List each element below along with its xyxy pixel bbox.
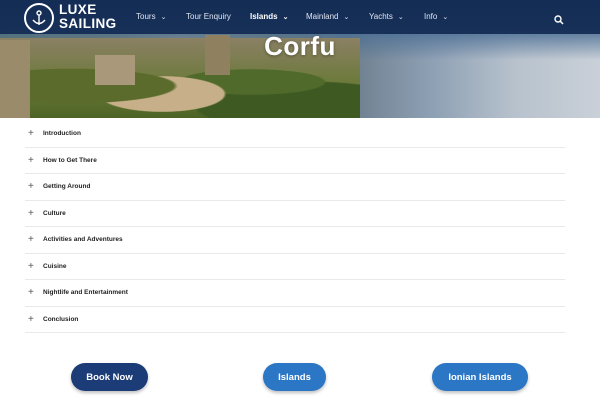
plus-icon: +: [28, 181, 34, 192]
accordion-item-nightlife[interactable]: + Nightlife and Entertainment: [25, 280, 565, 307]
accordion-item-cuisine[interactable]: + Cuisine: [25, 254, 565, 280]
nav-item-tours[interactable]: Tours ⌄: [136, 12, 166, 21]
plus-icon: +: [28, 154, 34, 166]
accordion-label: Nightlife and Entertainment: [43, 289, 128, 296]
top-navbar: LUXE SAILING Tours ⌄ Tour Enquiry Islands…: [0, 0, 600, 34]
site-logo[interactable]: LUXE SAILING: [24, 3, 124, 33]
logo-anchor-icon: [24, 3, 54, 33]
nav-item-mainland[interactable]: Mainland ⌄: [306, 12, 349, 21]
accordion-label: Introduction: [43, 130, 81, 137]
accordion-label: Activities and Adventures: [43, 236, 123, 243]
nav-label: Islands: [250, 12, 278, 21]
accordion-label: How to Get There: [43, 156, 97, 164]
plus-icon: +: [28, 260, 34, 272]
plus-icon: +: [28, 287, 34, 298]
logo-line-2: SAILING: [59, 16, 117, 31]
nav-label: Tours: [136, 12, 156, 21]
nav-item-yachts[interactable]: Yachts ⌄: [369, 12, 404, 21]
page: Corfu LUXE SAILING Tours ⌄ Tour Enquiry I…: [0, 0, 600, 400]
accordion-label: Cuisine: [43, 262, 67, 270]
plus-icon: +: [28, 128, 34, 139]
chevron-down-icon: ⌄: [343, 14, 350, 21]
search-icon[interactable]: [554, 12, 564, 25]
nav-label: Tour Enquiry: [186, 12, 231, 21]
accordion-item-activities[interactable]: + Activities and Adventures: [25, 227, 565, 254]
plus-icon: +: [28, 313, 34, 325]
nav-label: Yachts: [369, 12, 393, 21]
islands-button[interactable]: Islands: [263, 363, 326, 391]
accordion: + Introduction + How to Get There + Gett…: [25, 121, 565, 333]
logo-text: LUXE SAILING: [59, 3, 117, 31]
nav-item-tour-enquiry[interactable]: Tour Enquiry: [186, 12, 231, 21]
chevron-down-icon: ⌄: [397, 14, 404, 21]
accordion-label: Getting Around: [43, 183, 91, 190]
book-now-button[interactable]: Book Now: [71, 363, 148, 391]
accordion-item-how-to-get-there[interactable]: + How to Get There: [25, 148, 565, 174]
accordion-item-culture[interactable]: + Culture: [25, 201, 565, 227]
chevron-down-icon: ⌄: [160, 14, 167, 21]
nav-item-islands[interactable]: Islands ⌄: [250, 12, 288, 21]
accordion-label: Conclusion: [43, 315, 79, 323]
nav-item-info[interactable]: Info ⌄: [424, 12, 448, 21]
plus-icon: +: [28, 207, 34, 219]
chevron-down-icon: ⌄: [282, 14, 289, 21]
plus-icon: +: [28, 234, 34, 245]
accordion-item-getting-around[interactable]: + Getting Around: [25, 174, 565, 201]
accordion-item-introduction[interactable]: + Introduction: [25, 121, 565, 148]
nav-label: Mainland: [306, 12, 339, 21]
ionian-islands-button[interactable]: Ionian Islands: [432, 363, 528, 391]
chevron-down-icon: ⌄: [442, 14, 449, 21]
logo-line-1: LUXE: [59, 2, 97, 17]
page-title: Corfu: [264, 31, 336, 61]
accordion-label: Culture: [43, 209, 66, 217]
accordion-item-conclusion[interactable]: + Conclusion: [25, 307, 565, 333]
nav-label: Info: [424, 12, 438, 21]
